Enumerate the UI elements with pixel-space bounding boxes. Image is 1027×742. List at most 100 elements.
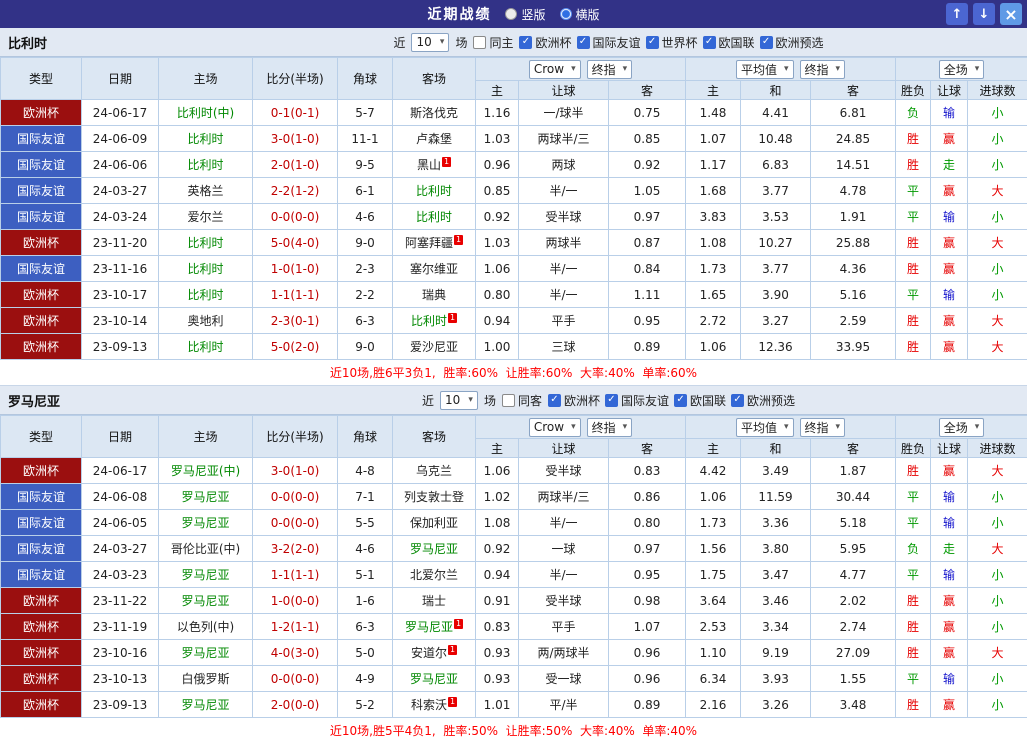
- away-team-cell: 乌克兰: [393, 458, 476, 484]
- avg-time-select[interactable]: 终指▾: [800, 60, 846, 79]
- period-select[interactable]: 全场▾: [939, 418, 985, 437]
- period-select[interactable]: 全场▾: [939, 60, 985, 79]
- away-team-cell: 安道尔1: [393, 640, 476, 666]
- radio-selected-icon[interactable]: [560, 8, 572, 20]
- checkbox-icon[interactable]: ✓: [646, 36, 659, 49]
- odds-home: 1.02: [476, 484, 519, 510]
- result-goals: 小: [968, 204, 1027, 230]
- odds-handicap: 一/球半: [519, 100, 609, 126]
- avg-group-header: 平均值▾ 终指▾: [686, 416, 896, 439]
- odds-away: 0.97: [609, 536, 686, 562]
- checkbox-icon[interactable]: ✓: [760, 36, 773, 49]
- checkbox-icon[interactable]: ✓: [577, 36, 590, 49]
- odds-home: 1.06: [476, 458, 519, 484]
- table-header-row-1: 类型 日期 主场 比分(半场) 角球 客场 Crow▾ 终指▾ 平均值▾ 终指▾: [1, 416, 1027, 439]
- result-handicap: 走: [931, 536, 968, 562]
- corner-count: 11-1: [338, 126, 393, 152]
- league-filter-label: 世界杯: [662, 34, 698, 51]
- team-name: 罗马尼亚: [405, 620, 453, 634]
- odds-handicap: 两球半: [519, 230, 609, 256]
- odds-handicap: 三球: [519, 334, 609, 360]
- match-date: 23-11-22: [82, 588, 159, 614]
- odds-time-select[interactable]: 终指▾: [587, 60, 633, 79]
- titlebar: 近期战绩 竖版 横版 ↑ ↓ ×: [0, 0, 1027, 28]
- team-name: 瑞典: [422, 288, 446, 302]
- league-badge: 国际友谊: [1, 562, 82, 588]
- checkbox-icon[interactable]: [473, 36, 486, 49]
- league-filter[interactable]: ✓世界杯: [646, 34, 698, 51]
- scroll-up-button[interactable]: ↑: [946, 3, 968, 25]
- result-outcome: 胜: [896, 588, 931, 614]
- odds-away: 0.89: [609, 692, 686, 718]
- odds-time-select[interactable]: 终指▾: [587, 418, 633, 437]
- odds-away: 0.95: [609, 562, 686, 588]
- same-venue-filter[interactable]: 同主: [473, 34, 513, 51]
- result-handicap: 输: [931, 562, 968, 588]
- league-badge: 欧洲杯: [1, 308, 82, 334]
- home-team-cell: 罗马尼亚: [159, 510, 253, 536]
- match-count-select[interactable]: 10▾: [440, 391, 478, 410]
- odds-home: 1.00: [476, 334, 519, 360]
- result-goals: 小: [968, 152, 1027, 178]
- match-date: 24-06-05: [82, 510, 159, 536]
- team-name: 塞尔维亚: [410, 262, 458, 276]
- league-filter[interactable]: ✓国际友谊: [577, 34, 641, 51]
- team-name: 比利时: [187, 288, 223, 302]
- checkbox-icon[interactable]: ✓: [519, 36, 532, 49]
- corner-count: 9-0: [338, 334, 393, 360]
- same-venue-filter[interactable]: 同客: [502, 392, 542, 409]
- league-filter[interactable]: ✓欧国联: [703, 34, 755, 51]
- home-team-cell: 罗马尼亚: [159, 640, 253, 666]
- avg-draw: 11.59: [741, 484, 811, 510]
- odds-source-select[interactable]: Crow▾: [529, 418, 581, 437]
- avg-away: 27.09: [811, 640, 896, 666]
- league-filter[interactable]: ✓欧洲预选: [760, 34, 824, 51]
- avg-source-select[interactable]: 平均值▾: [736, 60, 794, 79]
- arrow-up-icon: ↑: [952, 7, 963, 22]
- league-badge: 欧洲杯: [1, 334, 82, 360]
- checkbox-icon[interactable]: ✓: [605, 394, 618, 407]
- col-header-home: 主场: [159, 416, 253, 458]
- avg-draw: 10.27: [741, 230, 811, 256]
- radio-icon[interactable]: [505, 8, 517, 20]
- result-goals: 小: [968, 256, 1027, 282]
- match-score: 2-3(0-1): [253, 308, 338, 334]
- match-score: 2-0(1-0): [253, 152, 338, 178]
- league-badge: 国际友谊: [1, 152, 82, 178]
- odds-away: 0.92: [609, 152, 686, 178]
- league-filter[interactable]: ✓欧国联: [674, 392, 726, 409]
- odds-away: 0.87: [609, 230, 686, 256]
- match-count-select[interactable]: 10▾: [411, 33, 449, 52]
- league-filter[interactable]: ✓欧洲杯: [519, 34, 571, 51]
- league-filter[interactable]: ✓国际友谊: [605, 392, 669, 409]
- odds-away: 0.75: [609, 100, 686, 126]
- match-date: 24-03-27: [82, 536, 159, 562]
- avg-draw: 3.53: [741, 204, 811, 230]
- close-button[interactable]: ×: [1000, 3, 1022, 25]
- avg-away: 3.48: [811, 692, 896, 718]
- checkbox-icon[interactable]: [502, 394, 515, 407]
- team-name: 比利时: [187, 340, 223, 354]
- league-filter[interactable]: ✓欧洲预选: [731, 392, 795, 409]
- avg-draw: 3.46: [741, 588, 811, 614]
- radio-horizontal-layout[interactable]: 横版: [560, 6, 600, 23]
- result-goals: 大: [968, 178, 1027, 204]
- checkbox-icon[interactable]: ✓: [703, 36, 716, 49]
- result-handicap: 输: [931, 204, 968, 230]
- league-filter[interactable]: ✓欧洲杯: [548, 392, 600, 409]
- match-score: 1-1(1-1): [253, 282, 338, 308]
- team-name: 比利时: [416, 184, 452, 198]
- sub-header-result-handicap: 让球: [931, 439, 968, 458]
- avg-source-select[interactable]: 平均值▾: [736, 418, 794, 437]
- avg-time-select[interactable]: 终指▾: [800, 418, 846, 437]
- league-badge: 国际友谊: [1, 126, 82, 152]
- checkbox-icon[interactable]: ✓: [674, 394, 687, 407]
- checkbox-icon[interactable]: ✓: [731, 394, 744, 407]
- avg-home: 3.83: [686, 204, 741, 230]
- avg-home: 4.42: [686, 458, 741, 484]
- radio-vertical-layout[interactable]: 竖版: [505, 6, 545, 23]
- scroll-down-button[interactable]: ↓: [973, 3, 995, 25]
- odds-source-select[interactable]: Crow▾: [529, 60, 581, 79]
- checkbox-icon[interactable]: ✓: [548, 394, 561, 407]
- league-badge: 国际友谊: [1, 204, 82, 230]
